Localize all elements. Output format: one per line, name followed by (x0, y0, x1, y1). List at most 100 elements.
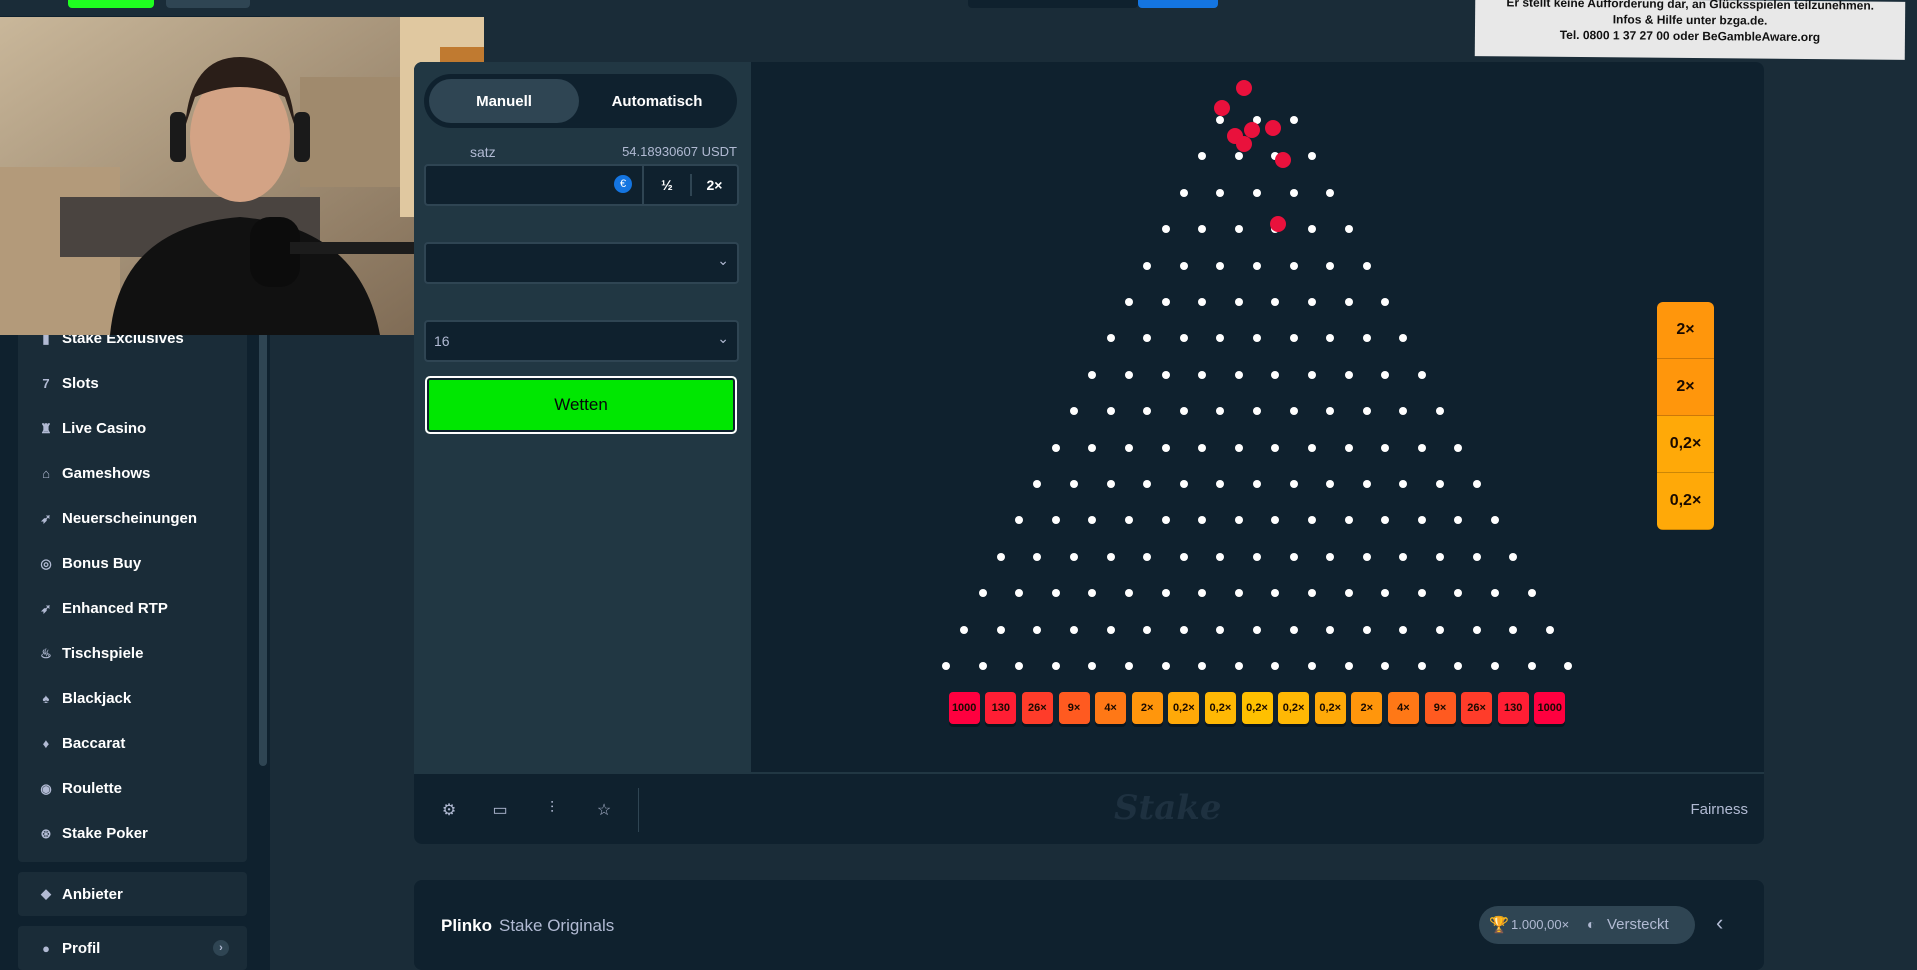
plinko-peg (941, 662, 950, 670)
plinko-ball (1275, 152, 1291, 168)
plinko-peg (1198, 662, 1207, 670)
provider-icon: ◆ (41, 886, 51, 901)
sidebar-item-anbieter[interactable]: ◆ Anbieter (18, 872, 247, 916)
plinko-peg (1253, 334, 1261, 343)
fairness-link[interactable]: Fairness (1690, 801, 1748, 818)
rocket-icon: ➶ (40, 510, 52, 526)
tab-automatic[interactable]: Automatisch (582, 79, 732, 123)
sidebar-item-stake-poker[interactable]: ⊛ Stake Poker (18, 811, 247, 856)
plinko-peg (1381, 516, 1390, 525)
topbar-grey-button[interactable] (166, 0, 250, 8)
tab-manual[interactable]: Manuell (429, 79, 579, 123)
bet-amount-input[interactable]: € ½ 2× (424, 164, 739, 206)
favourite-icon[interactable]: ☆ (594, 800, 614, 820)
half-bet-button[interactable]: ½ (644, 166, 690, 204)
sidebar-item-bonus-buy[interactable]: ◎ Bonus Buy (18, 541, 247, 586)
profile-nav-group: ● Profil › (18, 926, 247, 970)
bet-button[interactable]: Wetten (425, 376, 737, 434)
multiplier-bucket: 26× (1021, 692, 1053, 724)
plinko-peg (1417, 443, 1426, 452)
chevron-right-icon[interactable]: › (213, 940, 229, 956)
plinko-peg (1070, 552, 1078, 561)
risk-select[interactable]: ⌄ (424, 242, 739, 284)
user-icon: ● (42, 940, 50, 956)
plinko-peg (1490, 589, 1499, 598)
hidden-label: Versteckt (1607, 916, 1669, 933)
plinko-peg (1253, 480, 1261, 488)
topbar-blue-button[interactable] (1138, 0, 1218, 8)
plinko-peg (1381, 662, 1390, 670)
plinko-peg (1015, 516, 1024, 525)
plinko-peg (1161, 370, 1170, 379)
plinko-peg (1307, 662, 1316, 670)
multiplier-bucket: 26× (1461, 692, 1493, 724)
plinko-ball (1236, 80, 1252, 96)
plinko-peg (1527, 589, 1536, 598)
double-bet-button[interactable]: 2× (692, 166, 737, 204)
rocket-icon: ➶ (40, 600, 52, 616)
plinko-peg (1326, 407, 1335, 416)
sidebar-item-roulette[interactable]: ◉ Roulette (18, 766, 247, 811)
sidebar-item-label: Tischspiele (62, 645, 144, 662)
footer-divider (638, 788, 639, 832)
webcam-overlay (0, 17, 484, 335)
plinko-peg (1344, 516, 1353, 525)
plinko-peg (1307, 443, 1316, 452)
plinko-peg (1088, 516, 1097, 525)
sidebar-item-live-casino[interactable]: ♜ Live Casino (18, 406, 247, 451)
currency-euro-icon: € (614, 175, 632, 193)
plinko-peg (1253, 188, 1261, 197)
plinko-peg (1216, 552, 1225, 561)
sidebar-item-tischspiele[interactable]: ♨ Tischspiele (18, 631, 247, 676)
slots-icon: 7 (42, 376, 50, 391)
multiplier-bucket: 9× (1058, 692, 1090, 724)
plinko-peg (1216, 625, 1225, 634)
multiplier-bucket: 2× (1351, 692, 1383, 724)
sidebar-scrollbar[interactable] (259, 316, 267, 766)
search-bar[interactable] (968, 0, 1138, 8)
plinko-peg (1216, 480, 1225, 488)
theatre-mode-icon[interactable]: ▭ (490, 800, 510, 820)
rows-select[interactable]: 16 ⌄ (424, 320, 739, 362)
plinko-peg (1106, 552, 1115, 561)
plinko-peg (1362, 552, 1371, 561)
sidebar-item-label: Live Casino (62, 420, 147, 437)
sidebar-item-baccarat[interactable]: ♦ Baccarat (18, 721, 247, 766)
sidebar-item-slots[interactable]: 7 Slots (18, 361, 247, 406)
sidebar-item-gameshows[interactable]: ⌂ Gameshows (18, 451, 247, 496)
plinko-peg (1124, 370, 1133, 379)
sidebar-item-profil[interactable]: ● Profil › (18, 926, 247, 970)
stats-icon[interactable]: ⫶ (542, 800, 562, 820)
plinko-peg (1289, 407, 1298, 416)
plinko-peg (1234, 516, 1243, 525)
sidebar-item-neuerscheinungen[interactable]: ➶ Neuerscheinungen (18, 496, 247, 541)
plinko-peg (1307, 370, 1316, 379)
plinko-peg (1436, 625, 1444, 634)
plinko-peg (1436, 407, 1444, 416)
plinko-peg (1179, 407, 1188, 416)
plinko-peg (1472, 552, 1481, 561)
flame-icon: ♨ (40, 645, 52, 661)
topbar-green-button[interactable] (68, 0, 154, 8)
settings-icon[interactable]: ⚙ (439, 800, 459, 820)
plinko-peg (1326, 552, 1335, 561)
sidebar-item-enhanced-rtp[interactable]: ➶ Enhanced RTP (18, 586, 247, 631)
plinko-peg (1106, 625, 1115, 634)
plinko-peg (1289, 116, 1298, 124)
plinko-peg (1326, 334, 1335, 343)
sidebar-item-blackjack[interactable]: ♠ Blackjack (18, 676, 247, 721)
plinko-peg (1289, 334, 1298, 343)
chevron-left-icon[interactable]: ‹ (1716, 910, 1723, 936)
plinko-peg (1289, 188, 1298, 197)
plinko-peg (1179, 188, 1188, 197)
plinko-peg (1179, 334, 1188, 343)
plinko-peg (1234, 589, 1243, 598)
plinko-peg (1124, 298, 1133, 306)
plinko-peg (1344, 443, 1353, 452)
provider-nav-group: ◆ Anbieter (18, 872, 247, 916)
bet-panel: Manuell Automatisch satz 54.18930607 USD… (414, 62, 751, 772)
balance-value: 54.18930607 USDT (622, 144, 737, 159)
game-provider[interactable]: Stake Originals (499, 916, 614, 936)
game-info-bar: Plinko Stake Originals 🏆 1.000,00× ◐ Ver… (414, 880, 1764, 970)
multiplier-bucket: 1000 (948, 692, 980, 724)
